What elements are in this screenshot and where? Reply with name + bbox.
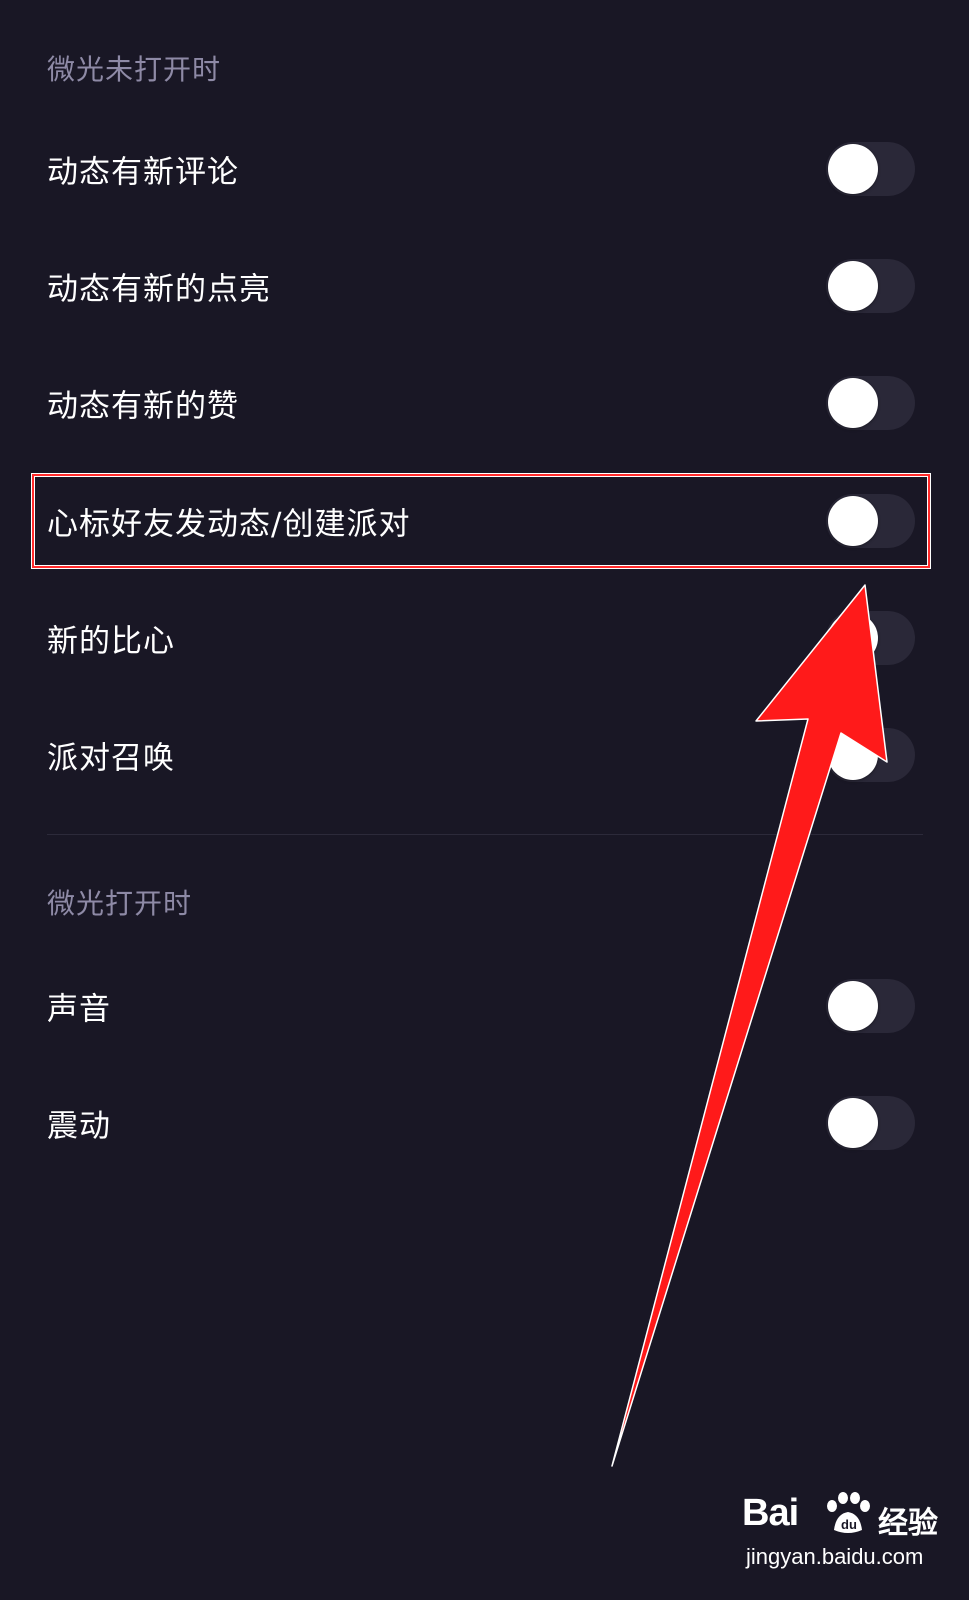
toggle-knob xyxy=(828,496,878,546)
setting-row-new-comment[interactable]: 动态有新评论 xyxy=(0,124,969,214)
setting-label: 心标好友发动态/创建派对 xyxy=(47,506,411,543)
new-comment-toggle[interactable] xyxy=(826,142,915,196)
toggle-knob xyxy=(828,981,878,1031)
new-light-toggle[interactable] xyxy=(826,259,915,313)
section-divider xyxy=(47,834,923,835)
setting-label: 动态有新评论 xyxy=(47,154,239,191)
setting-label: 动态有新的赞 xyxy=(47,388,239,425)
setting-label: 新的比心 xyxy=(47,623,175,660)
toggle-knob xyxy=(828,261,878,311)
watermark-url: jingyan.baidu.com xyxy=(746,1544,924,1569)
heart-friend-post-toggle[interactable] xyxy=(826,494,915,548)
toggle-knob xyxy=(828,378,878,428)
setting-row-sound[interactable]: 声音 xyxy=(0,961,969,1051)
notification-settings-page: 微光未打开时 动态有新评论 动态有新的点亮 动态有新的赞 心标好友发动态/创建派… xyxy=(0,0,969,1600)
paw-icon: du xyxy=(827,1492,870,1533)
setting-label: 派对召唤 xyxy=(47,740,175,777)
setting-row-heart-friend-post[interactable]: 心标好友发动态/创建派对 xyxy=(0,476,969,566)
vibration-toggle[interactable] xyxy=(826,1096,915,1150)
annotation-arrow-icon xyxy=(611,584,888,1467)
sound-toggle[interactable] xyxy=(826,979,915,1033)
toggle-knob xyxy=(828,144,878,194)
setting-row-new-light[interactable]: 动态有新的点亮 xyxy=(0,241,969,331)
setting-row-party-call[interactable]: 派对召唤 xyxy=(0,710,969,800)
setting-row-vibration[interactable]: 震动 xyxy=(0,1078,969,1168)
setting-row-new-like[interactable]: 动态有新的赞 xyxy=(0,358,969,448)
section-header-open: 微光打开时 xyxy=(47,887,193,920)
setting-label: 震动 xyxy=(47,1108,111,1145)
setting-label: 声音 xyxy=(47,991,111,1028)
new-heart-toggle[interactable] xyxy=(826,611,915,665)
setting-label: 动态有新的点亮 xyxy=(47,271,271,308)
watermark-logo-text: Bai xyxy=(742,1492,799,1534)
toggle-knob xyxy=(828,730,878,780)
party-call-toggle[interactable] xyxy=(826,728,915,782)
new-like-toggle[interactable] xyxy=(826,376,915,430)
svg-text:du: du xyxy=(841,1517,857,1532)
setting-row-new-heart[interactable]: 新的比心 xyxy=(0,593,969,683)
section-header-closed: 微光未打开时 xyxy=(47,53,222,86)
toggle-knob xyxy=(828,1098,878,1148)
baidu-jingyan-watermark: Bai du 经验 jingyan.baidu.com xyxy=(742,1492,952,1582)
toggle-knob xyxy=(828,613,878,663)
watermark-cn-text: 经验 xyxy=(878,1506,938,1541)
